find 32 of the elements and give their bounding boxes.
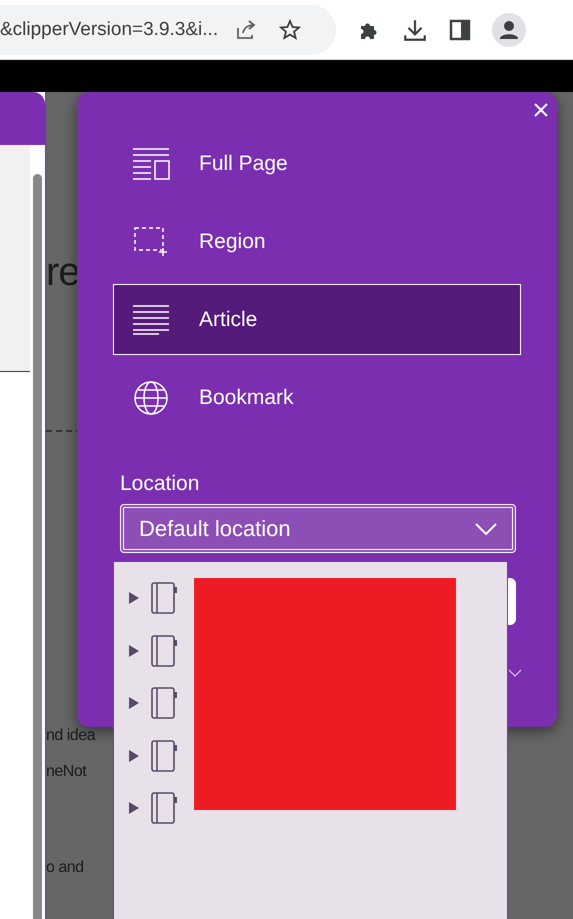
clip-mode-option[interactable]: Region [113,206,521,277]
expand-arrow-icon[interactable] [129,644,139,657]
location-label: Location [120,472,200,496]
close-icon[interactable] [534,103,548,117]
notebook-icon [151,582,177,614]
expand-arrow-icon[interactable] [129,802,139,814]
address-text: &clipperVersion=3.9.3&i... [0,18,218,40]
chevron-down-icon[interactable] [508,669,522,677]
clip-mode-option[interactable]: Full Page [113,128,521,199]
expand-arrow-icon[interactable] [129,697,139,710]
page-text: nd idea [46,726,95,746]
notebook-icon [151,792,177,824]
scrollbar[interactable] [33,174,42,919]
notebook-icon [151,687,177,720]
notebook-icon [151,634,177,667]
clip-button[interactable] [508,578,516,625]
page-heading: re [46,252,80,292]
page-text: neNot [46,762,86,782]
side-panel-icon[interactable] [448,18,472,42]
chevron-down-icon [475,522,497,534]
clip-mode-option[interactable]: Article [113,284,521,355]
address-bar[interactable]: &clipperVersion=3.9.3&i... [0,4,336,54]
location-dropdown[interactable]: Default location [120,504,516,553]
article-icon [131,304,171,334]
notebook-icon [151,740,177,772]
clip-mode-option[interactable]: Bookmark [113,362,521,433]
page-text: o and [46,858,84,878]
star-icon[interactable] [278,18,302,42]
expand-arrow-icon[interactable] [129,592,139,604]
expand-arrow-icon[interactable] [129,750,139,762]
profile-avatar-icon[interactable] [492,12,526,46]
full-page-icon [131,146,171,180]
